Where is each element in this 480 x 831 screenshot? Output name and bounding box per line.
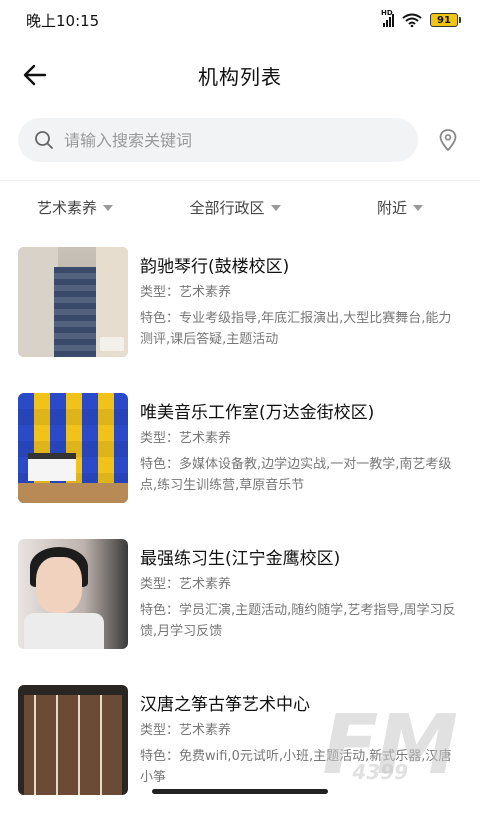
institution-name: 唯美音乐工作室(万达金街校区) [140,403,375,423]
nav-bar: 机构列表 [0,40,480,110]
institution-features: 特色：专业考级指导,年底汇报演出,大型比赛舞台,能力测评,课后答疑,主题活动 [140,311,452,347]
list-item[interactable]: 最强练习生(江宁金鹰校区) 类型：艺术素养 特色：学员汇演,主题活动,随约随学,… [0,539,480,685]
page-title: 机构列表 [198,64,282,89]
institution-type: 类型：艺术素养 [140,431,232,446]
institution-photo [18,393,128,503]
institution-type: 类型：艺术素养 [140,577,232,592]
back-button[interactable] [20,60,50,90]
wifi-icon [402,13,422,27]
institution-features: 特色：多媒体设备教,边学边实战,一对一教学,南艺考级点,练习生训练营,草原音乐节 [140,457,452,493]
institution-name: 汉唐之筝古筝艺术中心 [140,695,310,715]
institution-info: 最强练习生(江宁金鹰校区) 类型：艺术素养 特色：学员汇演,主题活动,随约随学,… [140,539,462,685]
institution-features: 特色：免费wifi,0元试听,小班,主题活动,新式乐器,汉唐小筝 [140,749,452,785]
caret-down-icon [270,205,281,211]
filter-category[interactable]: 艺术素养 [0,181,150,233]
institution-photo [18,247,128,357]
institution-name: 韵驰琴行(鼓楼校区) [140,257,290,277]
status-icons: HD 91 [381,9,461,27]
institution-photo [18,539,128,649]
status-bar: 晚上10:15 HD 91 [0,0,480,40]
list-item[interactable]: 唯美音乐工作室(万达金街校区) 类型：艺术素养 特色：多媒体设备教,边学边实战,… [0,393,480,539]
signal-icon: HD [381,9,394,27]
home-indicator[interactable] [152,789,328,794]
arrow-left-icon [23,64,47,86]
search-icon [35,131,53,149]
filter-district[interactable]: 全部行政区 [150,181,320,233]
battery-level: 91 [437,14,451,26]
list-item[interactable]: 韵驰琴行(鼓楼校区) 类型：艺术素养 特色：专业考级指导,年底汇报演出,大型比赛… [0,247,480,393]
caret-down-icon [413,205,423,211]
filter-distance-label: 附近 [376,198,407,217]
filter-distance[interactable]: 附近 [320,181,480,233]
filter-category-label: 艺术素养 [36,198,97,217]
institution-type: 类型：艺术素养 [140,723,232,738]
institution-photo [18,685,128,795]
institution-name: 最强练习生(江宁金鹰校区) [140,549,341,569]
institution-info: 韵驰琴行(鼓楼校区) 类型：艺术素养 特色：专业考级指导,年底汇报演出,大型比赛… [140,247,462,393]
filter-district-label: 全部行政区 [189,198,265,217]
institution-type: 类型：艺术素养 [140,285,232,300]
institution-info: 唯美音乐工作室(万达金街校区) 类型：艺术素养 特色：多媒体设备教,边学边实战,… [140,393,462,539]
search-input[interactable] [62,129,402,151]
signal-hd-label: HD [381,9,393,17]
institution-list: 韵驰琴行(鼓楼校区) 类型：艺术素养 特色：专业考级指导,年底汇报演出,大型比赛… [0,247,480,831]
status-time: 晚上10:15 [26,11,100,30]
caret-down-icon [103,205,113,211]
battery-icon: 91 [430,13,461,27]
search-row [0,110,480,170]
institution-features: 特色：学员汇演,主题活动,随约随学,艺考指导,周学习反馈,月学习反馈 [140,603,456,639]
list-item[interactable]: 汉唐之筝古筝艺术中心 类型：艺术素养 特色：免费wifi,0元试听,小班,主题活… [0,685,480,831]
filter-bar: 艺术素养 全部行政区 附近 [0,180,480,233]
location-pin-icon [439,129,457,151]
location-button[interactable] [434,126,462,154]
search-box[interactable] [18,118,418,162]
institution-info: 汉唐之筝古筝艺术中心 类型：艺术素养 特色：免费wifi,0元试听,小班,主题活… [140,685,462,831]
